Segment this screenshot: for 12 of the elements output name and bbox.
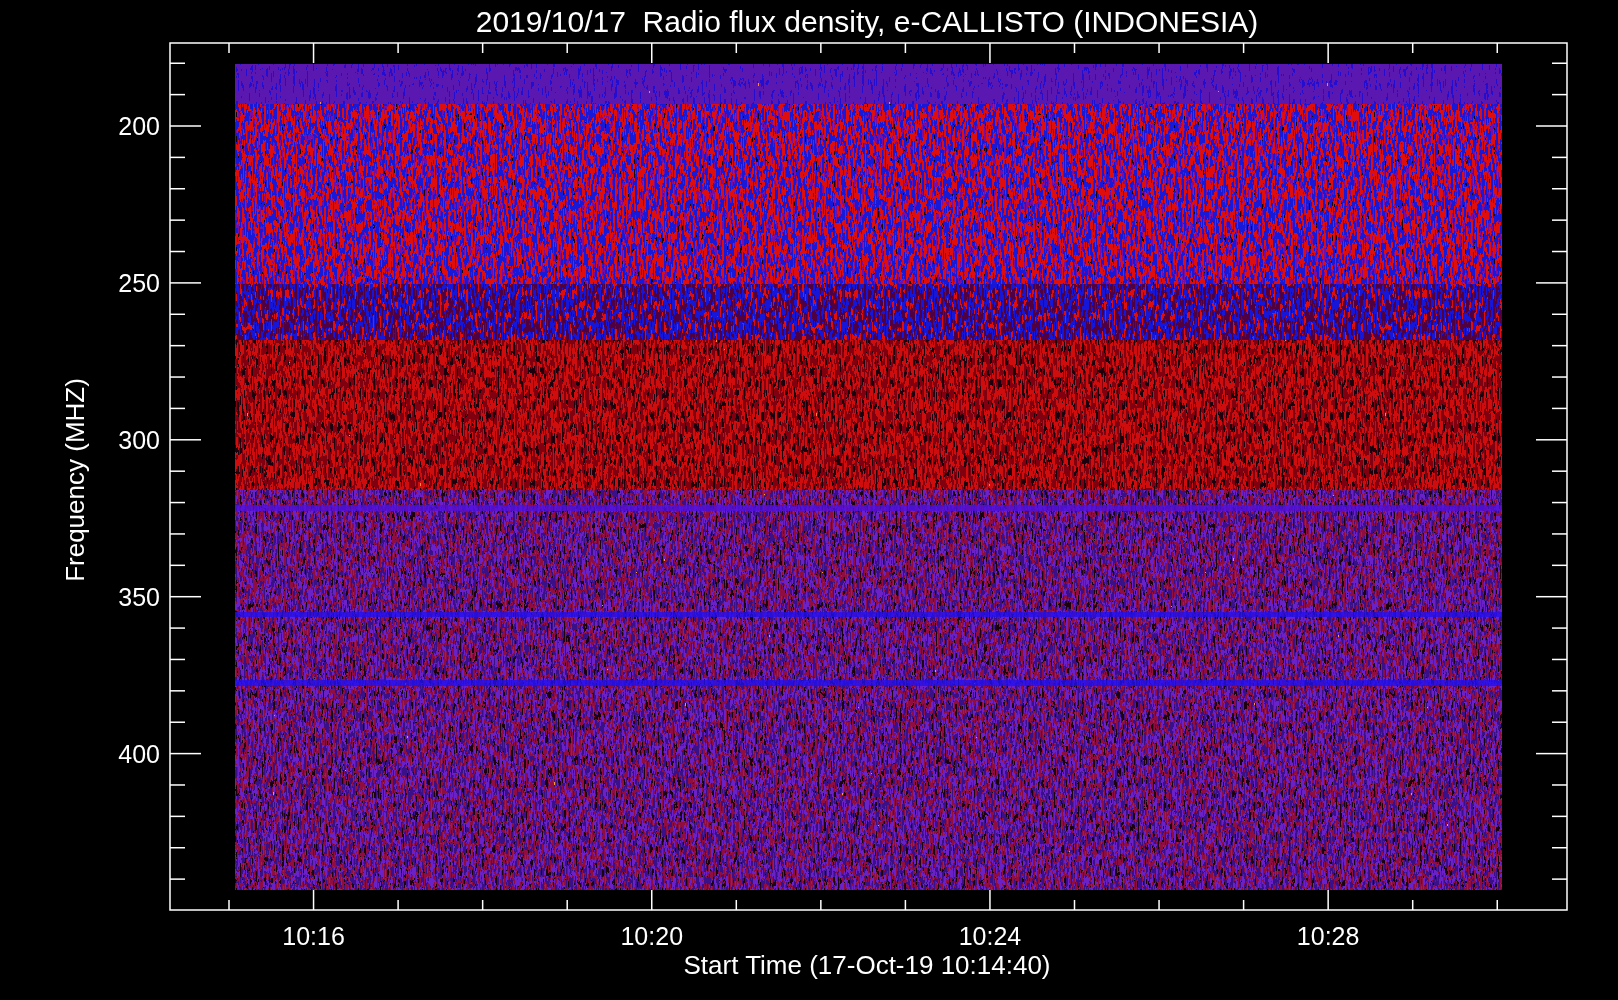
x-tick-label: 10:28 <box>1296 922 1360 950</box>
x-axis-label: Start Time (17-Oct-19 10:14:40) <box>683 950 1051 980</box>
y-tick-label: 250 <box>118 268 160 297</box>
y-axis-label: Frequency (MHZ) <box>60 378 90 582</box>
x-tick-label: 10:16 <box>282 922 345 950</box>
y-tick-label: 400 <box>118 739 160 768</box>
chart-title: 2019/10/17 Radio flux density, e-CALLISTO (INDONESIA) <box>475 5 1259 38</box>
y-tick-label: 350 <box>118 582 160 611</box>
y-tick-label: 300 <box>118 425 160 454</box>
x-tick-label: 10:20 <box>620 922 684 950</box>
y-tick-label: 200 <box>118 112 160 140</box>
x-tick-label: 10:24 <box>958 922 1022 950</box>
